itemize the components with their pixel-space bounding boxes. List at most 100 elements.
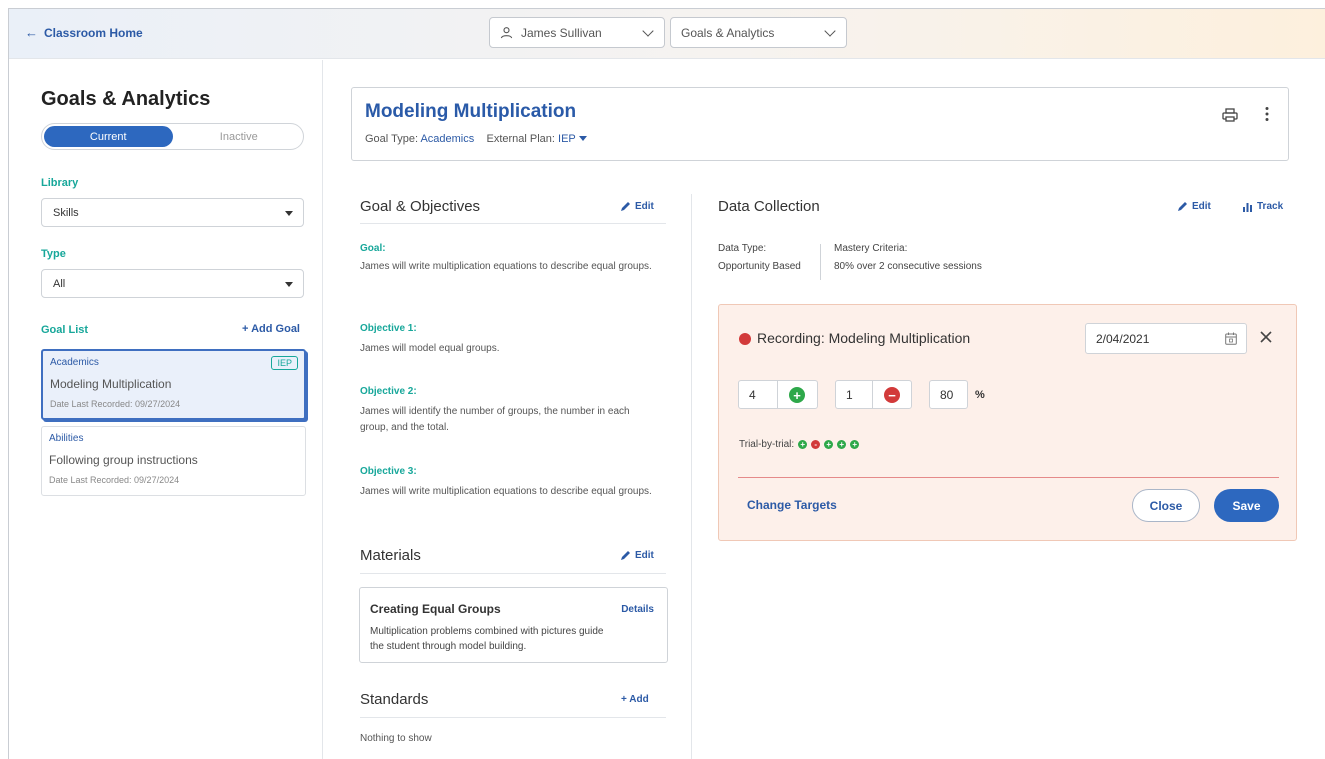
goal-date: Date Last Recorded: 09/27/2024	[50, 399, 181, 409]
standards-title: Standards	[360, 691, 429, 708]
trial-by-trial: Trial-by-trial: + - + + +	[739, 439, 860, 450]
page-title: Modeling Multiplication	[365, 101, 577, 122]
calendar-icon[interactable]	[1225, 332, 1237, 345]
goal-objectives-title: Goal & Objectives	[360, 198, 481, 215]
caret-down-icon	[578, 136, 587, 141]
recording-date-input[interactable]: 2/04/2021	[1085, 323, 1247, 354]
goal-name: Modeling Multiplication	[50, 377, 172, 391]
external-plan-dropdown[interactable]: IEP	[558, 133, 587, 145]
recording-indicator-icon	[739, 333, 751, 345]
trial-correct-icon: +	[850, 440, 860, 449]
close-icon[interactable]	[1259, 330, 1273, 344]
library-label: Library	[41, 177, 79, 189]
top-bar: ← Classroom Home James Sullivan Goals & …	[9, 9, 1325, 59]
goal-name: Following group instructions	[49, 453, 198, 467]
toggle-inactive[interactable]: Inactive	[175, 124, 304, 149]
percent-symbol: %	[975, 389, 985, 401]
correct-count-input[interactable]: 4	[738, 380, 818, 409]
input-divider	[872, 381, 873, 408]
correct-count-value: 4	[749, 387, 756, 402]
status-toggle: Current Inactive	[41, 123, 304, 150]
track-button[interactable]: Track	[1242, 201, 1283, 212]
edit-label: Edit	[635, 201, 654, 212]
material-card: Creating Equal Groups Multiplication pro…	[359, 587, 668, 663]
library-select-value: Skills	[53, 206, 79, 219]
trial-label: Trial-by-trial:	[739, 439, 795, 450]
goal-list-item[interactable]: Abilities Following group instructions D…	[41, 426, 306, 496]
meta-divider	[820, 244, 821, 280]
objective-text: James will identify the number of groups…	[360, 406, 630, 433]
chevron-down-icon	[824, 25, 836, 37]
percent-value: 80	[940, 387, 954, 402]
goal-category: Academics	[50, 357, 99, 368]
person-icon	[500, 27, 513, 39]
app-frame: ← Classroom Home James Sullivan Goals & …	[8, 8, 1325, 759]
save-button[interactable]: Save	[1214, 489, 1279, 522]
trial-correct-icon: +	[837, 440, 847, 449]
library-select[interactable]: Skills	[41, 198, 304, 227]
goal-text: James will write multiplication equation…	[360, 261, 652, 272]
add-goal-button[interactable]: + Add Goal	[242, 323, 300, 335]
arrow-left-icon: ←	[25, 25, 38, 40]
recording-date-value: 2/04/2021	[1096, 332, 1150, 346]
kebab-icon[interactable]	[1264, 106, 1270, 122]
plus-circle-icon: +	[793, 387, 801, 403]
standards-empty-text: Nothing to show	[360, 733, 432, 744]
trial-correct-icon: +	[798, 440, 808, 449]
iep-badge: IEP	[271, 356, 298, 370]
materials-edit-button[interactable]: Edit	[620, 550, 654, 561]
main-content: Modeling Multiplication Goal Type: Acade…	[324, 60, 1325, 759]
material-description: Multiplication problems combined with pi…	[370, 626, 604, 652]
change-targets-link[interactable]: Change Targets	[747, 498, 837, 512]
material-title: Creating Equal Groups	[370, 602, 501, 616]
recording-panel: Recording: Modeling Multiplication 2/04/…	[718, 304, 1297, 541]
goal-category: Abilities	[49, 433, 84, 444]
data-type-value: Opportunity Based	[718, 261, 801, 272]
sidebar: Goals & Analytics Current Inactive Libra…	[9, 60, 323, 759]
student-select[interactable]: James Sullivan	[489, 17, 665, 48]
increment-button[interactable]: +	[789, 387, 805, 403]
percent-input[interactable]: 80	[929, 380, 968, 409]
student-select-value: James Sullivan	[521, 25, 602, 40]
incorrect-count-input[interactable]: 1	[835, 380, 912, 409]
goal-type-label: Goal Type:	[365, 133, 418, 145]
goal-list-label: Goal List	[41, 324, 89, 336]
goal-list-item[interactable]: Academics IEP Modeling Multiplication Da…	[41, 349, 306, 420]
classroom-home-link[interactable]: ← Classroom Home	[25, 25, 143, 40]
divider	[738, 477, 1279, 478]
caret-down-icon	[285, 211, 293, 216]
toggle-current[interactable]: Current	[44, 126, 173, 147]
sidebar-title: Goals & Analytics	[41, 88, 211, 110]
type-select[interactable]: All	[41, 269, 304, 298]
back-label: Classroom Home	[44, 25, 143, 40]
goal-date: Date Last Recorded: 09/27/2024	[49, 475, 180, 485]
external-plan-value: IEP	[558, 133, 576, 145]
decrement-button[interactable]: −	[884, 387, 900, 403]
goal-type-value[interactable]: Academics	[420, 133, 474, 145]
page-select[interactable]: Goals & Analytics	[670, 17, 847, 48]
trial-incorrect-icon: -	[811, 440, 821, 449]
type-label: Type	[41, 248, 66, 260]
material-details-link[interactable]: Details	[621, 604, 654, 615]
goal-objectives-edit-button[interactable]: Edit	[620, 201, 654, 212]
data-collection-edit-button[interactable]: Edit	[1177, 201, 1211, 212]
objective-label: Objective 3:	[360, 466, 417, 477]
caret-down-icon	[285, 282, 293, 287]
mastery-value: 80% over 2 consecutive sessions	[834, 261, 982, 272]
external-plan-label: External Plan:	[486, 133, 555, 145]
chevron-down-icon	[642, 25, 654, 37]
bar-chart-icon	[1243, 203, 1252, 212]
print-icon[interactable]	[1222, 108, 1238, 122]
goal-header-card: Modeling Multiplication Goal Type: Acade…	[351, 87, 1289, 161]
close-button[interactable]: Close	[1132, 489, 1200, 522]
pencil-icon	[1178, 202, 1187, 211]
incorrect-count-value: 1	[846, 387, 853, 402]
trial-correct-icon: +	[824, 440, 834, 449]
edit-label: Edit	[635, 550, 654, 561]
input-divider	[777, 381, 778, 408]
standards-add-button[interactable]: + Add	[621, 694, 649, 705]
mastery-label: Mastery Criteria:	[834, 243, 908, 254]
goal-label: Goal:	[360, 243, 386, 254]
objective-text: James will model equal groups.	[360, 343, 500, 354]
minus-circle-icon: −	[888, 387, 896, 403]
